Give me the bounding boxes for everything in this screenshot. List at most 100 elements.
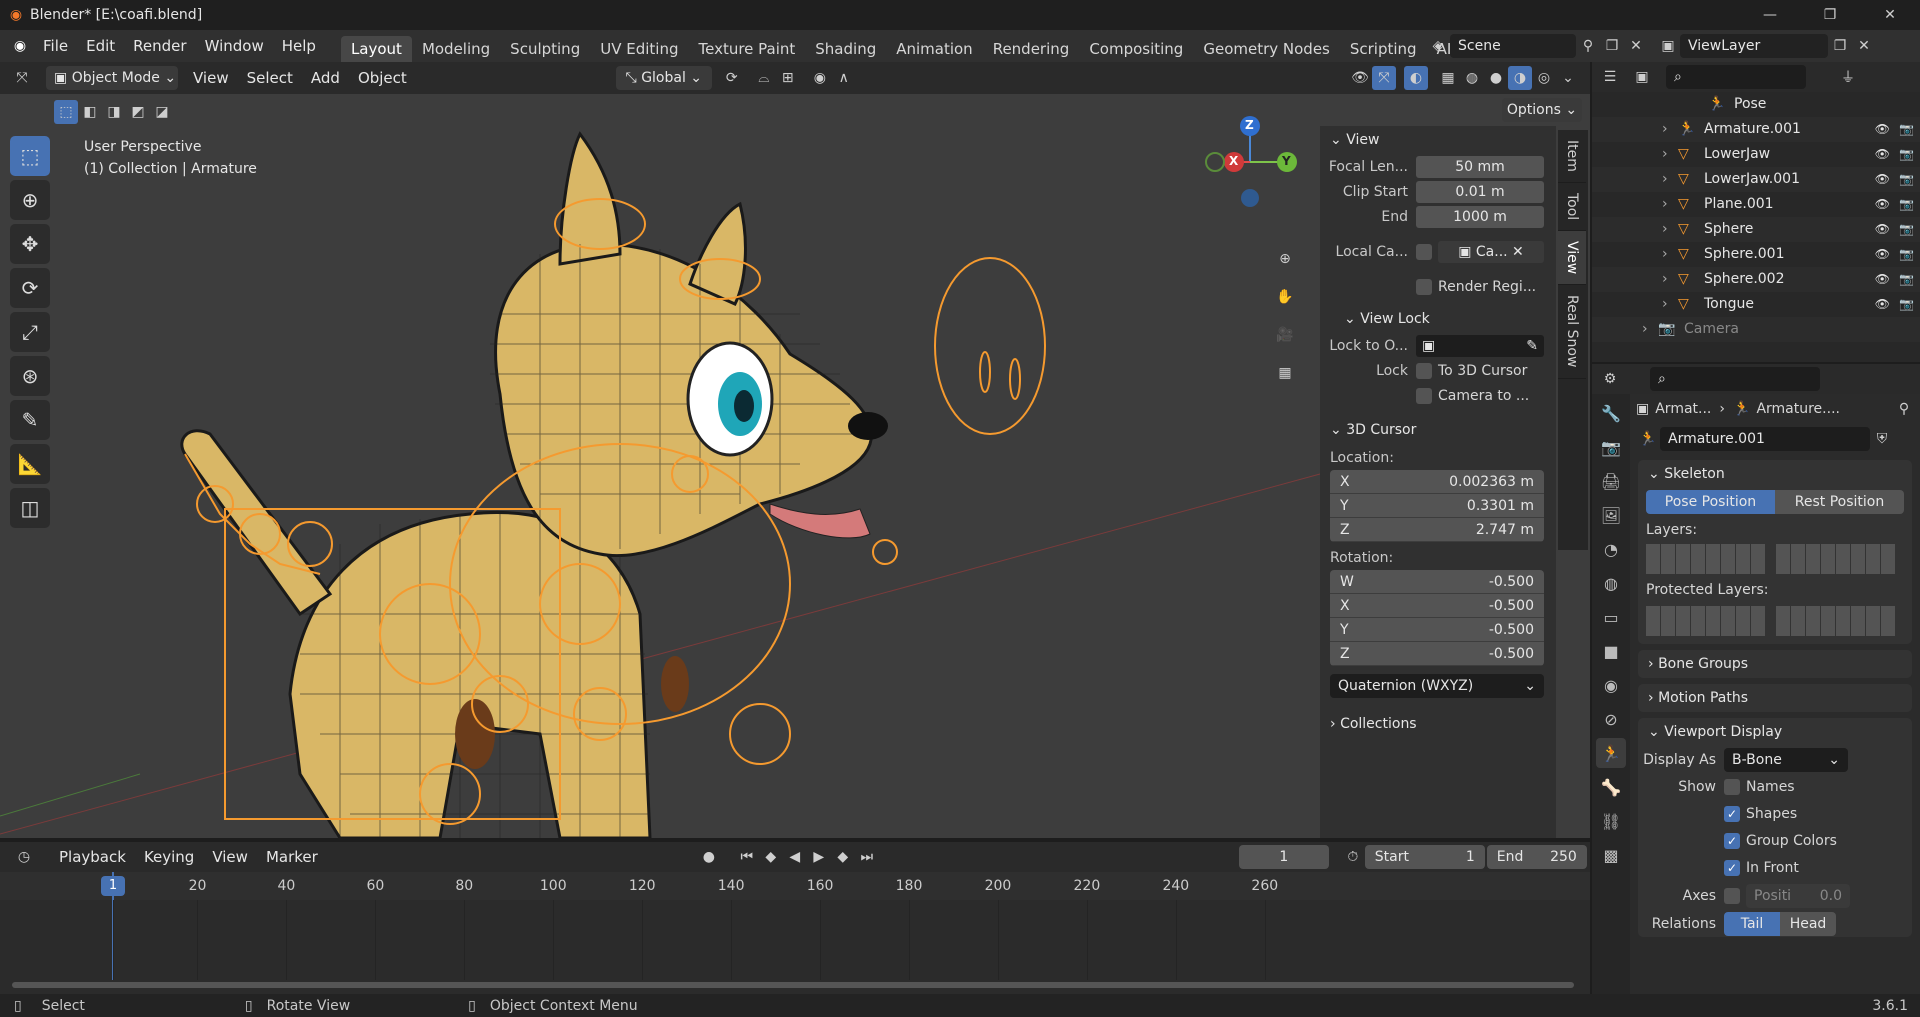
new-scene-icon[interactable]: ❐ [1600, 34, 1624, 58]
render-camera-icon[interactable]: 📷 [1899, 267, 1914, 292]
start-frame-field[interactable]: Start 1 [1364, 845, 1485, 869]
playhead-frame-label[interactable]: 1 [101, 876, 125, 896]
cursor-rot-x-field[interactable]: X -0.500 [1330, 594, 1544, 618]
scene-icon[interactable]: ◈ [1426, 34, 1450, 58]
visibility-eye-icon[interactable]: 👁 [1875, 292, 1890, 317]
view-lock-header[interactable]: ⌄ View Lock [1320, 305, 1556, 333]
armature-name-field[interactable]: Armature.001 [1660, 427, 1870, 451]
camera-view-icon[interactable]: 🎥 [1270, 320, 1300, 350]
bone-constraint-tab-icon[interactable]: ⛓ [1596, 806, 1626, 836]
falloff-icon[interactable]: ∧ [832, 66, 856, 90]
frame-ruler[interactable]: 120406080100120140160180200220240260 [0, 872, 1590, 900]
expand-arrow-icon[interactable]: › [1662, 192, 1678, 217]
visibility-eye-icon[interactable]: 👁 [1875, 117, 1890, 142]
object-tab-icon[interactable]: ■ [1596, 636, 1626, 666]
expand-arrow-icon[interactable]: › [1642, 317, 1658, 342]
pan-hand-icon[interactable]: ✋ [1270, 282, 1300, 312]
tab-geometry-nodes[interactable]: Geometry Nodes [1193, 36, 1340, 62]
render-camera-icon[interactable]: 📷 [1899, 142, 1914, 167]
measure-tool-icon[interactable]: 📐 [10, 444, 50, 484]
expand-arrow-icon[interactable]: › [1662, 117, 1678, 142]
view-layer-icon[interactable]: ▣ [1656, 34, 1680, 58]
select-invert-icon[interactable]: ◩ [126, 100, 150, 124]
constraints-tab-icon[interactable]: ⊘ [1596, 704, 1626, 734]
outliner-item[interactable]: › ▽ Tongue 👁 📷 [1592, 292, 1920, 317]
output-tab-icon[interactable]: 🖨 [1596, 466, 1626, 496]
options-button[interactable]: Options ⌄ [1502, 98, 1582, 122]
viewport-menu-add[interactable]: Add [302, 65, 349, 91]
shading-solid-icon[interactable]: ● [1484, 66, 1508, 90]
select-intersect-icon[interactable]: ◪ [150, 100, 174, 124]
tool-tab-icon[interactable]: 🔧 [1596, 398, 1626, 428]
timeline-menu-view[interactable]: View [203, 844, 257, 870]
render-camera-icon[interactable]: 📷 [1899, 167, 1914, 192]
visibility-eye-icon[interactable]: 👁 [1875, 267, 1890, 292]
rotation-mode-dropdown[interactable]: Quaternion (WXYZ) ⌄ [1330, 674, 1544, 698]
shading-material-icon[interactable]: ◑ [1508, 66, 1532, 90]
props-pin-icon[interactable]: ⚲ [1892, 397, 1916, 421]
proportional-edit-icon[interactable]: ◉ [808, 66, 832, 90]
transform-tool-icon[interactable]: ⊛ [10, 356, 50, 396]
tab-view[interactable]: View [1558, 231, 1586, 286]
visibility-eye-icon[interactable]: 👁 [1875, 167, 1890, 192]
visibility-eye-icon[interactable]: 👁 [1875, 242, 1890, 267]
remove-scene-icon[interactable]: ✕ [1624, 34, 1648, 58]
outliner-item[interactable]: › ▽ Sphere.002 👁 📷 [1592, 267, 1920, 292]
outliner-item[interactable]: › ▽ LowerJaw.001 👁 📷 [1592, 167, 1920, 192]
collection-tab-icon[interactable]: ▭ [1596, 602, 1626, 632]
tab-item[interactable]: Item [1558, 130, 1586, 183]
tab-tool[interactable]: Tool [1558, 183, 1586, 232]
cursor-loc-x-field[interactable]: X 0.002363 m [1330, 470, 1544, 494]
names-checkbox[interactable] [1724, 778, 1740, 795]
tab-animation[interactable]: Animation [886, 36, 982, 62]
skeleton-panel-header[interactable]: ⌄ Skeleton [1638, 460, 1912, 488]
viewport-menu-object[interactable]: Object [349, 65, 416, 91]
visibility-icon[interactable]: 👁 [1348, 66, 1372, 90]
shading-rendered-icon[interactable]: ◎ [1532, 66, 1556, 90]
cursor-loc-z-field[interactable]: Z 2.747 m [1330, 518, 1544, 542]
render-camera-icon[interactable]: 📷 [1899, 242, 1914, 267]
overlay-toggle-icon[interactable]: ◐ [1404, 66, 1428, 90]
axes-checkbox[interactable] [1724, 888, 1740, 904]
tab-compositing[interactable]: Compositing [1079, 36, 1193, 62]
jump-end-icon[interactable]: ⏭ [855, 845, 879, 869]
visibility-eye-icon[interactable]: 👁 [1875, 192, 1890, 217]
cursor-loc-y-field[interactable]: Y 0.3301 m [1330, 494, 1544, 518]
cursor-rot-w-field[interactable]: W -0.500 [1330, 570, 1544, 594]
pose-position-button[interactable]: Pose Position [1646, 490, 1775, 514]
new-view-layer-icon[interactable]: ❐ [1828, 34, 1852, 58]
remove-view-layer-icon[interactable]: ✕ [1852, 34, 1876, 58]
outliner-editor-icon[interactable]: ☰ [1598, 65, 1622, 89]
mode-dropdown[interactable]: ▣ Object Mode ⌄ [46, 66, 178, 90]
select-extend-icon[interactable]: ◧ [78, 100, 102, 124]
shapes-checkbox[interactable]: ✓ [1724, 805, 1740, 822]
jump-start-icon[interactable]: ⏮ [735, 845, 759, 869]
display-mode-icon[interactable]: ▣ [1630, 65, 1654, 89]
group-colors-checkbox[interactable]: ✓ [1724, 832, 1740, 849]
menu-file[interactable]: File [34, 33, 77, 59]
annotate-tool-icon[interactable]: ✎ [10, 400, 50, 440]
filter-icon[interactable]: ⏚ [1836, 65, 1860, 89]
viewport-menu-view[interactable]: View [184, 65, 238, 91]
menu-help[interactable]: Help [273, 33, 325, 59]
tab-real-snow[interactable]: Real Snow [1558, 285, 1586, 379]
scale-tool-icon[interactable]: ⤢ [10, 312, 50, 352]
render-camera-icon[interactable]: 📷 [1899, 217, 1914, 242]
snap-target-icon[interactable]: ⊞ [776, 66, 800, 90]
tab-sculpting[interactable]: Sculpting [500, 36, 590, 62]
physics-tab-icon[interactable]: ◉ [1596, 670, 1626, 700]
timeline-menu-keying[interactable]: Keying [135, 844, 203, 870]
menu-render[interactable]: Render [124, 33, 195, 59]
gizmo-toggle-icon[interactable]: ⤧ [1372, 66, 1396, 90]
end-frame-field[interactable]: End 250 [1486, 845, 1587, 869]
play-reverse-icon[interactable]: ◀ [783, 845, 807, 869]
outliner-item[interactable]: › ▽ Plane.001 👁 📷 [1592, 192, 1920, 217]
fake-user-icon[interactable]: ⛨ [1870, 427, 1894, 451]
expand-arrow-icon[interactable]: › [1662, 217, 1678, 242]
world-tab-icon[interactable]: ◍ [1596, 568, 1626, 598]
pivot-icon[interactable]: ⟳ [720, 66, 744, 90]
view-section-header[interactable]: ⌄ View [1320, 126, 1556, 154]
navigation-gizmo[interactable] [1200, 112, 1310, 222]
tab-rendering[interactable]: Rendering [983, 36, 1080, 62]
texture-tab-icon[interactable]: ▩ [1596, 840, 1626, 870]
